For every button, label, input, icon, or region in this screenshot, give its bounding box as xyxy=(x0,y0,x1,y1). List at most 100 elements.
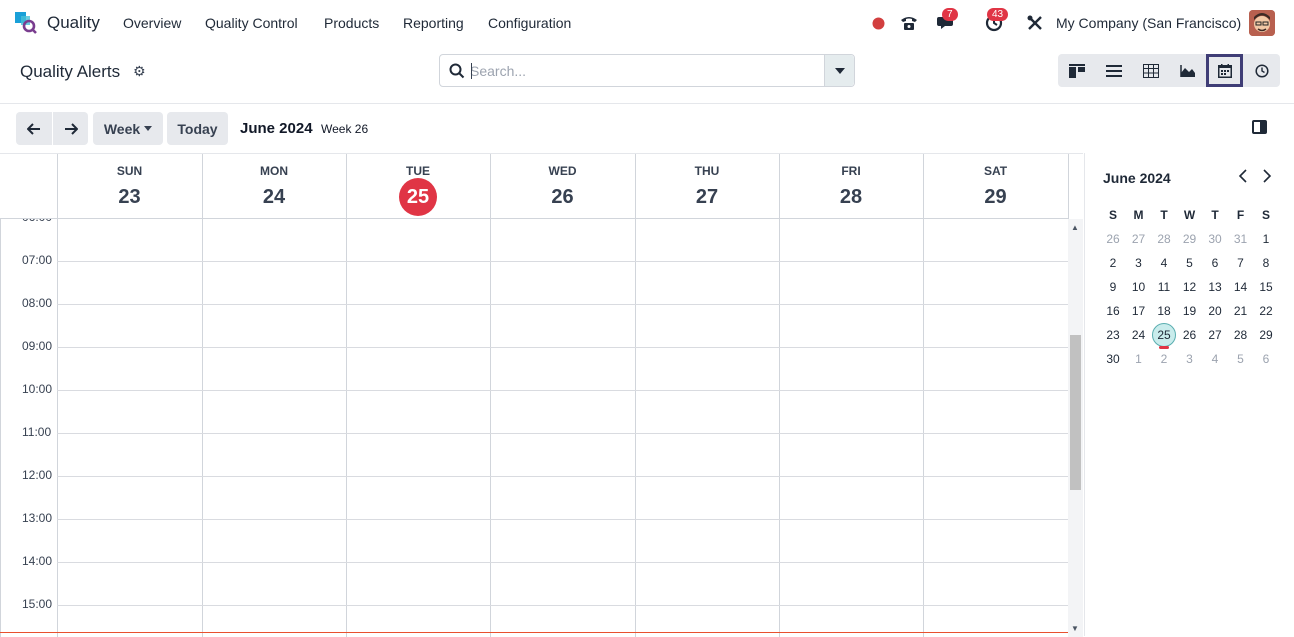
pivot-view-button[interactable] xyxy=(1132,54,1169,87)
search-options-toggle[interactable] xyxy=(824,55,854,86)
menu-quality-control[interactable]: Quality Control xyxy=(205,15,298,31)
menu-products[interactable]: Products xyxy=(324,15,379,31)
hour-label: 12:00 xyxy=(22,468,53,482)
mini-day[interactable]: 26 xyxy=(1177,323,1203,347)
mini-day[interactable]: 1 xyxy=(1253,227,1279,251)
mini-day[interactable]: 28 xyxy=(1151,227,1177,251)
calendar-view-button[interactable] xyxy=(1206,54,1243,87)
day-header-fri[interactable]: FRI 28 xyxy=(779,154,923,219)
mini-day[interactable]: 20 xyxy=(1202,299,1228,323)
day-number: 27 xyxy=(695,186,719,208)
mini-day[interactable]: 6 xyxy=(1253,347,1279,371)
discuss-icon[interactable]: 7 xyxy=(932,8,962,34)
activity-clock-icon[interactable]: 43 xyxy=(977,8,1011,34)
mini-day[interactable]: 12 xyxy=(1177,275,1203,299)
hour-gridline xyxy=(57,261,1068,262)
mini-day[interactable]: 19 xyxy=(1177,299,1203,323)
mini-day[interactable]: 31 xyxy=(1228,227,1254,251)
company-switcher[interactable]: My Company (San Francisco) xyxy=(1056,15,1241,31)
mini-day[interactable]: 4 xyxy=(1151,251,1177,275)
scale-dropdown[interactable]: Week xyxy=(93,112,163,145)
hour-label: 08:00 xyxy=(22,296,53,310)
mini-day-selected[interactable]: 25 xyxy=(1152,323,1176,347)
mini-day[interactable]: 22 xyxy=(1253,299,1279,323)
mini-day[interactable]: 2 xyxy=(1100,251,1126,275)
mini-day[interactable]: 29 xyxy=(1177,227,1203,251)
day-header-wed[interactable]: WED 26 xyxy=(490,154,635,219)
calendar-header: SUN 23 MON 24 TUE 25 WED 26 THU 27 FRI 28 SAT 29 xyxy=(0,154,1069,219)
tools-icon[interactable] xyxy=(1026,12,1044,34)
previous-button[interactable] xyxy=(16,112,52,145)
list-view-button[interactable] xyxy=(1095,54,1132,87)
mini-day[interactable]: 11 xyxy=(1151,275,1177,299)
mini-day[interactable]: 28 xyxy=(1228,323,1254,347)
mini-day[interactable]: 5 xyxy=(1228,347,1254,371)
phone-icon[interactable] xyxy=(899,12,919,34)
sidebar-toggle-icon[interactable] xyxy=(1252,120,1267,134)
search-icon xyxy=(449,63,465,84)
header-column-divider xyxy=(923,154,924,219)
day-header-thu[interactable]: THU 27 xyxy=(635,154,779,219)
mini-day[interactable]: 27 xyxy=(1126,227,1152,251)
mini-day[interactable]: 2 xyxy=(1151,347,1177,371)
scroll-thumb[interactable] xyxy=(1070,335,1081,490)
gear-icon[interactable]: ⚙ xyxy=(133,63,146,80)
mini-day[interactable]: 23 xyxy=(1100,323,1126,347)
mini-day[interactable]: 9 xyxy=(1100,275,1126,299)
mini-day[interactable]: 3 xyxy=(1177,347,1203,371)
activity-view-button[interactable] xyxy=(1243,54,1280,87)
mini-day[interactable]: 21 xyxy=(1228,299,1254,323)
kanban-view-button[interactable] xyxy=(1058,54,1095,87)
mini-weekday-label: S xyxy=(1261,208,1270,222)
search-input[interactable] xyxy=(470,55,820,86)
mini-day[interactable]: 16 xyxy=(1100,299,1126,323)
activity-badge: 43 xyxy=(987,8,1009,21)
mini-day[interactable]: 7 xyxy=(1228,251,1254,275)
next-button[interactable] xyxy=(53,112,88,145)
mini-day[interactable]: 17 xyxy=(1126,299,1152,323)
app-name[interactable]: Quality xyxy=(47,13,100,33)
mini-day[interactable]: 3 xyxy=(1126,251,1152,275)
day-number: 23 xyxy=(118,186,141,208)
menu-reporting[interactable]: Reporting xyxy=(403,15,464,31)
mini-day[interactable]: 13 xyxy=(1202,275,1228,299)
header-column-divider xyxy=(635,154,636,219)
mini-day[interactable]: 24 xyxy=(1126,323,1152,347)
mini-day[interactable]: 30 xyxy=(1202,227,1228,251)
mini-day[interactable]: 14 xyxy=(1228,275,1254,299)
mini-day[interactable]: 18 xyxy=(1151,299,1177,323)
day-header-sun[interactable]: SUN 23 xyxy=(57,154,202,219)
calendar-scrollbar[interactable]: ▲ ▼ xyxy=(1068,219,1083,637)
mini-day[interactable]: 27 xyxy=(1202,323,1228,347)
status-dot-icon[interactable] xyxy=(872,12,885,34)
mini-day[interactable]: 15 xyxy=(1253,275,1279,299)
day-column-divider xyxy=(490,219,491,637)
mini-day[interactable]: 26 xyxy=(1100,227,1126,251)
mini-day[interactable]: 30 xyxy=(1100,347,1126,371)
mini-day[interactable]: 4 xyxy=(1202,347,1228,371)
calendar-body[interactable]: 06:00 07:00 08:00 09:00 10:00 11:00 12:00 13:00… xyxy=(0,219,1068,637)
day-header-tue[interactable]: TUE 25 xyxy=(346,154,490,219)
caret-down-icon xyxy=(834,67,845,74)
mini-weekday-label: M xyxy=(1133,208,1144,222)
current-time-indicator xyxy=(0,632,1068,633)
day-header-mon[interactable]: MON 24 xyxy=(202,154,346,219)
user-avatar[interactable] xyxy=(1249,10,1275,36)
day-header-sat[interactable]: SAT 29 xyxy=(923,154,1068,219)
menu-overview[interactable]: Overview xyxy=(123,15,181,31)
mini-day[interactable]: 8 xyxy=(1253,251,1279,275)
chevron-left-icon[interactable] xyxy=(1238,169,1248,188)
scroll-down-icon[interactable]: ▼ xyxy=(1071,624,1079,633)
mini-day[interactable]: 29 xyxy=(1253,323,1279,347)
today-button[interactable]: Today xyxy=(167,112,228,145)
quality-app-icon[interactable] xyxy=(15,12,37,34)
day-name: SUN xyxy=(116,164,143,178)
mini-day[interactable]: 1 xyxy=(1126,347,1152,371)
mini-day[interactable]: 6 xyxy=(1202,251,1228,275)
graph-view-button[interactable] xyxy=(1169,54,1206,87)
mini-day[interactable]: 10 xyxy=(1126,275,1152,299)
scroll-up-icon[interactable]: ▲ xyxy=(1071,223,1079,232)
chevron-right-icon[interactable] xyxy=(1262,169,1272,188)
mini-day[interactable]: 5 xyxy=(1177,251,1203,275)
menu-configuration[interactable]: Configuration xyxy=(488,15,571,31)
